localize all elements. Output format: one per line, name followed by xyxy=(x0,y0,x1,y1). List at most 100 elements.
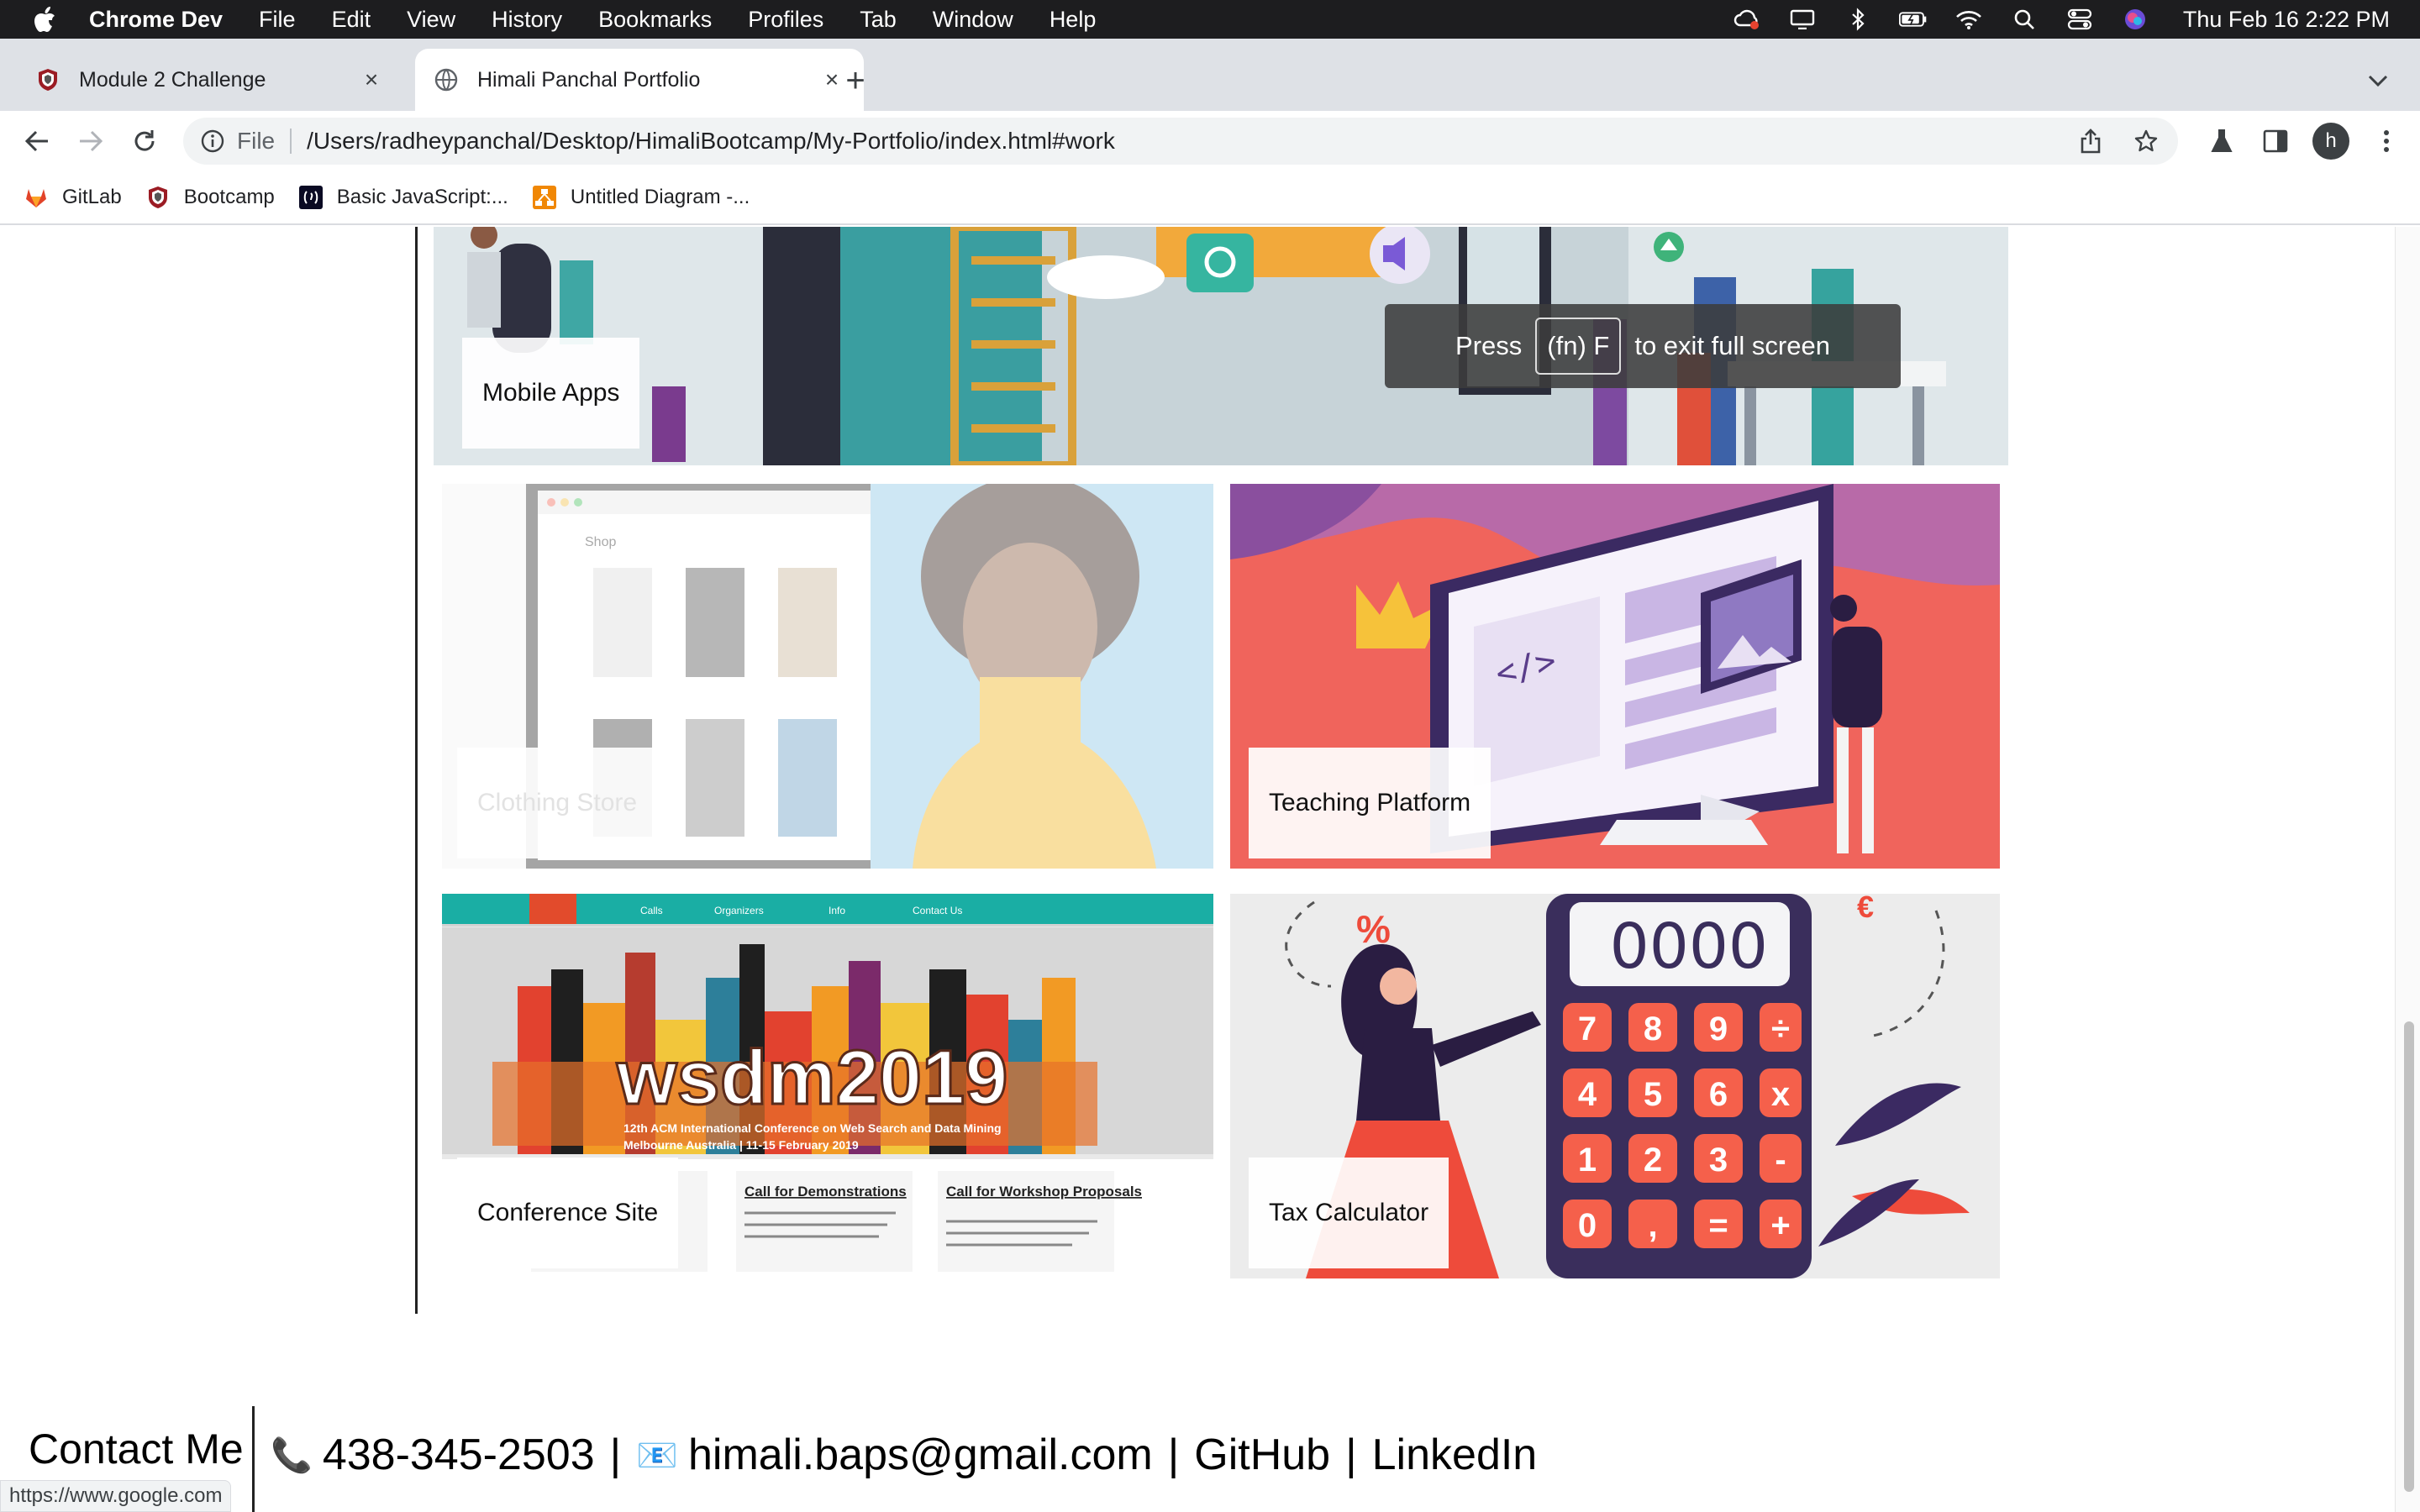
calc-key: + xyxy=(1770,1207,1790,1244)
spotlight-search-icon[interactable] xyxy=(2010,8,2039,31)
bookmark-star-icon[interactable] xyxy=(2131,126,2161,156)
shop-heading: Shop xyxy=(585,535,616,549)
tab-title: Module 2 Challenge xyxy=(79,67,266,92)
labs-flask-icon[interactable] xyxy=(2205,124,2238,158)
battery-icon[interactable] xyxy=(1898,8,1928,31)
scrollbar-thumb[interactable] xyxy=(2404,1021,2414,1492)
calc-key: 9 xyxy=(1709,1011,1728,1047)
siri-icon[interactable] xyxy=(2121,8,2149,31)
contact-phone[interactable]: 438-345-2503 xyxy=(323,1430,595,1480)
bookmark-label: Untitled Diagram -... xyxy=(570,186,750,208)
calc-key: 5 xyxy=(1644,1076,1662,1113)
site-info-icon[interactable] xyxy=(200,129,225,154)
tab-close-icon[interactable]: × xyxy=(355,63,388,97)
contact-linkedin-link[interactable]: LinkedIn xyxy=(1372,1430,1538,1480)
project-card-clothing-store[interactable]: Shop Clothing Store xyxy=(442,484,1213,869)
contact-items: 📞 438-345-2503 | 📧 himali.baps@gmail.com… xyxy=(271,1430,1537,1480)
bookmark-untitled-diagram[interactable]: Untitled Diagram -... xyxy=(532,185,750,210)
control-center-icon[interactable] xyxy=(2065,8,2094,31)
bookmark-basic-javascript[interactable]: Basic JavaScript:... xyxy=(298,185,508,210)
browser-toolbar: File /Users/radheypanchal/Desktop/Himali… xyxy=(0,111,2420,171)
menu-window[interactable]: Window xyxy=(933,7,1013,33)
forward-arrow-icon[interactable] xyxy=(72,123,109,160)
project-card-conference-site[interactable]: Calls Organizers Info Contact Us wsdm201… xyxy=(442,894,1213,1278)
menu-file[interactable]: File xyxy=(259,7,296,33)
calc-key: 8 xyxy=(1644,1011,1662,1047)
contact-section: Contact Me 📞 438-345-2503 | 📧 himali.bap… xyxy=(0,1406,1681,1512)
contact-github-link[interactable]: GitHub xyxy=(1194,1430,1330,1480)
address-bar[interactable]: File /Users/radheypanchal/Desktop/Himali… xyxy=(183,118,2178,165)
project-label: Mobile Apps xyxy=(462,338,640,449)
browser-tab-strip: Module 2 Challenge × Himali Panchal Port… xyxy=(0,39,2420,111)
freecodecamp-icon xyxy=(298,186,323,209)
project-card-tax-calculator[interactable]: % € 0000 7 8 9 ÷ 4 5 6 x 1 2 3 - 0 , = +… xyxy=(1230,894,2000,1278)
reload-icon[interactable] xyxy=(126,123,163,160)
section-divider-line xyxy=(415,227,418,1314)
project-label: Tax Calculator xyxy=(1249,1158,1449,1268)
wsdm-logo-text: wsdm2019 xyxy=(616,1035,1007,1121)
tab-search-chevron-icon[interactable] xyxy=(2361,64,2395,97)
page-scrollbar[interactable] xyxy=(2395,227,2420,1512)
menu-help[interactable]: Help xyxy=(1050,7,1097,33)
macos-menu-bar: Chrome Dev File Edit View History Bookma… xyxy=(0,0,2420,39)
menu-view[interactable]: View xyxy=(407,7,455,33)
tab-module-2-challenge[interactable]: Module 2 Challenge × xyxy=(17,49,403,111)
bookmark-label: Basic JavaScript:... xyxy=(336,186,508,208)
screen-mirroring-icon[interactable] xyxy=(1788,8,1817,31)
side-panel-icon[interactable] xyxy=(2259,124,2292,158)
creative-cloud-icon[interactable] xyxy=(1733,8,1761,31)
menu-tab[interactable]: Tab xyxy=(860,7,897,33)
bookmark-label: GitLab xyxy=(62,186,122,208)
menu-profiles[interactable]: Profiles xyxy=(748,7,823,33)
notice-exit-text: to exit full screen xyxy=(1634,331,1830,360)
euro-symbol: € xyxy=(1857,894,1874,924)
phone-icon: 📞 xyxy=(271,1436,313,1474)
calc-key: - xyxy=(1775,1142,1786,1179)
url-text[interactable]: /Users/radheypanchal/Desktop/HimaliBootc… xyxy=(307,128,1115,155)
contact-separator: | xyxy=(1345,1431,1357,1479)
menu-app-name[interactable]: Chrome Dev xyxy=(89,7,223,33)
project-label: Conference Site xyxy=(457,1158,679,1268)
wifi-icon[interactable] xyxy=(1954,8,1983,31)
calc-key: x xyxy=(1771,1076,1790,1113)
percent-symbol: % xyxy=(1356,907,1391,951)
project-card-mobile-apps[interactable]: Mobile Apps Press (fn) F to exit full sc… xyxy=(434,227,2008,465)
project-card-teaching-platform[interactable]: </> Teaching Platform xyxy=(1230,484,2000,869)
calc-key: = xyxy=(1708,1207,1728,1244)
tab-himali-panchal-portfolio[interactable]: Himali Panchal Portfolio × xyxy=(415,49,864,111)
conf-col-workshops: Call for Workshop Proposals xyxy=(946,1184,1142,1200)
contact-heading: Contact Me xyxy=(29,1425,244,1473)
contact-divider xyxy=(252,1406,255,1512)
profile-avatar[interactable]: h xyxy=(2312,123,2349,160)
contact-email-link[interactable]: himali.baps@gmail.com xyxy=(688,1430,1153,1480)
apple-logo-icon[interactable] xyxy=(32,6,57,33)
calculator-display: 0000 xyxy=(1610,911,1768,983)
conf-nav-calls: Calls xyxy=(640,905,663,916)
conf-nav-info: Info xyxy=(829,905,845,916)
notice-key: (fn) F xyxy=(1535,318,1622,375)
menu-history[interactable]: History xyxy=(492,7,562,33)
calc-key: 6 xyxy=(1709,1076,1728,1113)
menu-edit[interactable]: Edit xyxy=(332,7,371,33)
bookmark-gitlab[interactable]: GitLab xyxy=(24,185,122,210)
tab-title: Himali Panchal Portfolio xyxy=(477,67,701,92)
bookmark-bootcamp[interactable]: Bootcamp xyxy=(145,185,275,210)
new-tab-button[interactable]: + xyxy=(839,62,872,99)
back-arrow-icon[interactable] xyxy=(18,123,55,160)
bluetooth-icon[interactable] xyxy=(1844,8,1872,31)
bootcamp-shield-icon xyxy=(148,186,167,208)
fullscreen-exit-notice: Press (fn) F to exit full screen xyxy=(1385,304,1901,388)
calc-key: ÷ xyxy=(1771,1011,1790,1047)
calc-key: 3 xyxy=(1709,1142,1728,1179)
globe-icon xyxy=(434,68,458,92)
more-menu-icon[interactable] xyxy=(2370,124,2403,158)
contact-separator: | xyxy=(1167,1431,1180,1479)
drawio-icon xyxy=(532,186,556,209)
menubar-clock[interactable]: Thu Feb 16 2:22 PM xyxy=(2183,7,2390,33)
project-label: Clothing Store xyxy=(457,748,658,858)
calc-key: 0 xyxy=(1578,1207,1597,1244)
menu-bookmarks[interactable]: Bookmarks xyxy=(598,7,712,33)
conf-nav-contact: Contact Us xyxy=(913,905,962,916)
notice-press-text: Press xyxy=(1455,331,1523,360)
share-icon[interactable] xyxy=(2075,126,2106,156)
